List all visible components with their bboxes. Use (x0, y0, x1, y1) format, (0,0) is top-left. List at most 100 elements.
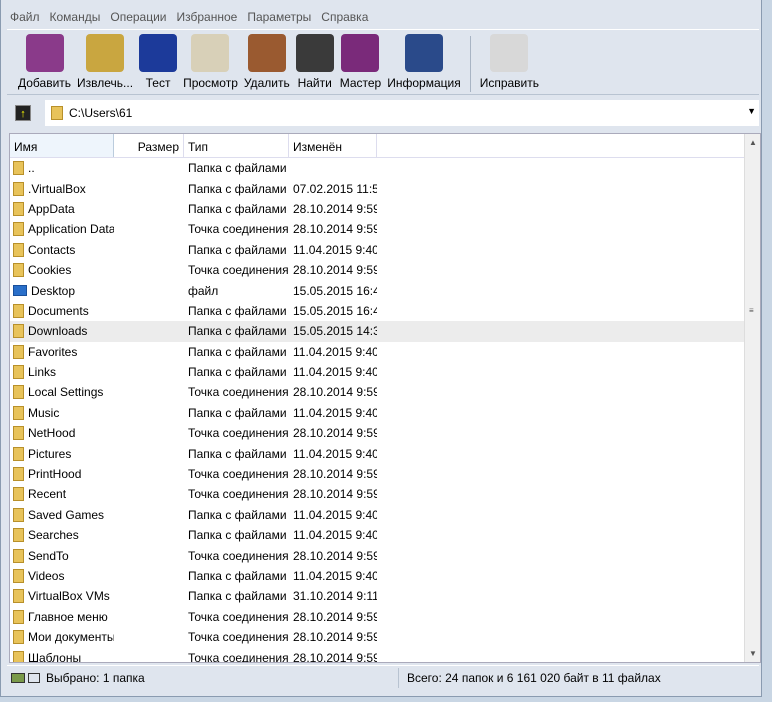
table-row[interactable]: .VirtualBox Папка с файлами 07.02.2015 11:… (10, 178, 760, 198)
menu-item[interactable]: Параметры (242, 8, 316, 28)
folder-icon (13, 161, 24, 176)
folder-icon (13, 222, 24, 237)
toolbar-button[interactable]: Мастер (337, 30, 385, 94)
cell-modified: 28.10.2014 9:59 (293, 263, 377, 278)
key-icon[interactable] (28, 672, 40, 683)
cell-type: Точка соединения (188, 630, 289, 645)
cell-name: Главное меню (28, 609, 108, 624)
column-size[interactable]: Размер (114, 134, 184, 157)
drive-icon[interactable] (11, 672, 25, 683)
folder-icon (13, 242, 24, 257)
cell-name: Cookies (28, 263, 72, 278)
table-row[interactable]: Favorites Папка с файлами 11.04.2015 9:40 (10, 342, 760, 362)
table-row[interactable]: Desktop файл 15.05.2015 16:44 (10, 280, 760, 300)
toolbar-button[interactable]: Тест (136, 30, 180, 94)
table-row[interactable]: Saved Games Папка с файлами 11.04.2015 9:4… (10, 505, 760, 525)
toolbar-button[interactable]: Найти (293, 30, 337, 94)
table-row[interactable]: SendTo Точка соединения 28.10.2014 9:59 (10, 545, 760, 565)
column-type[interactable]: Тип (184, 134, 289, 157)
cell-name: SendTo (28, 548, 69, 563)
menu-item[interactable]: Файл (5, 8, 45, 28)
cell-type: Папка с файлами (188, 507, 287, 522)
table-row[interactable]: NetHood Точка соединения 28.10.2014 9:59 (10, 423, 760, 443)
table-row[interactable]: Cookies Точка соединения 28.10.2014 9:59 (10, 260, 760, 280)
table-row[interactable]: Documents Папка с файлами 15.05.2015 16:44 (10, 301, 760, 321)
table-row[interactable]: Recent Точка соединения 28.10.2014 9:59 (10, 484, 760, 504)
cell-type: Точка соединения (188, 222, 289, 237)
table-row[interactable]: Downloads Папка с файлами 15.05.2015 14:38 (10, 321, 760, 342)
cell-type: Папка с файлами (188, 303, 287, 318)
cell-type: Точка соединения (188, 650, 289, 663)
table-row[interactable]: Contacts Папка с файлами 11.04.2015 9:40 (10, 240, 760, 260)
column-modified[interactable]: Изменён (289, 134, 377, 157)
toolbar-button[interactable]: Извлечь... (74, 30, 136, 94)
toolbar-button[interactable]: Удалить (241, 30, 293, 94)
up-folder-button[interactable]: ↑ (15, 105, 31, 121)
table-row[interactable]: PrintHood Точка соединения 28.10.2014 9:59 (10, 464, 760, 484)
menu-item[interactable]: Операции (105, 8, 171, 28)
cell-modified: 28.10.2014 9:59 (293, 385, 377, 400)
scroll-up-icon[interactable]: ▲ (749, 138, 757, 147)
cell-name: Application Data (28, 222, 114, 237)
cell-name: Contacts (28, 242, 76, 257)
chevron-down-icon[interactable]: ▼ (747, 106, 756, 116)
folder-icon (13, 344, 24, 359)
table-row[interactable]: Мои документы Точка соединения 28.10.2014 … (10, 627, 760, 647)
table-row[interactable]: Links Папка с файлами 11.04.2015 9:40 (10, 362, 760, 382)
cell-name: Local Settings (28, 385, 104, 400)
file-list: Имя Размер Тип Изменён .. Папка с файлами… (9, 133, 761, 663)
vertical-scrollbar[interactable]: ▲ ≡ ▼ (744, 134, 760, 662)
folder-icon (13, 405, 24, 420)
table-row[interactable]: AppData Папка с файлами 28.10.2014 9:59 (10, 199, 760, 219)
cell-name: Searches (28, 528, 79, 543)
folder-icon (13, 507, 24, 522)
toolbar-button-label: Удалить (243, 76, 290, 90)
column-name[interactable]: Имя (10, 134, 114, 157)
cell-name: Favorites (28, 344, 78, 359)
toolbar-button[interactable]: Добавить (15, 30, 74, 94)
cell-modified: 11.04.2015 9:40 (293, 569, 377, 583)
cell-name: Documents (28, 303, 89, 318)
cell-type: Точка соединения (188, 426, 289, 441)
cell-modified: 11.04.2015 9:40 (293, 446, 377, 461)
table-row[interactable]: .. Папка с файлами (10, 158, 760, 178)
menu-bar: Файл Команды Операции Избранное Параметры Спр… (5, 8, 373, 28)
folder-icon (13, 426, 24, 441)
folder-icon (13, 446, 24, 461)
folder-icon (13, 630, 24, 645)
cell-type: Точка соединения (188, 548, 289, 563)
table-row[interactable]: Videos Папка с файлами 11.04.2015 9:40 (10, 566, 760, 586)
menu-item[interactable]: Избранное (172, 8, 243, 28)
table-row[interactable]: Шаблоны Точка соединения 28.10.2014 9:59 (10, 647, 760, 663)
table-row[interactable]: Главное меню Точка соединения 28.10.2014 9… (10, 607, 760, 627)
cell-modified: 15.05.2015 16:44 (293, 303, 377, 318)
table-row[interactable]: Local Settings Точка соединения 28.10.2014… (10, 382, 760, 402)
cell-modified: 07.02.2015 11:51 (293, 181, 377, 196)
menu-item[interactable]: Справка (316, 8, 373, 28)
path-dropdown[interactable]: C:\Users\61 ▼ (45, 100, 759, 126)
toolbar-button-label: Информация (387, 76, 461, 90)
menu-item[interactable]: Команды (45, 8, 106, 28)
toolbar-button[interactable]: Просмотр (180, 30, 241, 94)
table-row[interactable]: Pictures Папка с файлами 11.04.2015 9:40 (10, 443, 760, 463)
folder-icon (13, 569, 24, 583)
cell-modified: 28.10.2014 9:59 (293, 650, 377, 663)
cell-type: Точка соединения (188, 467, 289, 482)
toolbar-button-label: Извлечь... (77, 76, 134, 90)
table-row[interactable]: Searches Папка с файлами 11.04.2015 9:40 (10, 525, 760, 545)
toolbar-button[interactable]: Исправить (477, 30, 542, 94)
cell-modified: 11.04.2015 9:40 (293, 365, 377, 380)
cell-name: Desktop (31, 283, 76, 298)
table-row[interactable]: Music Папка с файлами 11.04.2015 9:40 (10, 403, 760, 423)
cell-name: Pictures (28, 446, 72, 461)
cell-name: PrintHood (28, 467, 82, 482)
scroll-thumb-grip-icon[interactable]: ≡ (749, 306, 754, 315)
toolbar-button[interactable]: Информация (384, 30, 463, 94)
scroll-down-icon[interactable]: ▼ (749, 649, 757, 658)
table-row[interactable]: VirtualBox VMs Папка с файлами 31.10.2014 … (10, 586, 760, 606)
user-folder-icon (51, 106, 63, 120)
cell-modified: 28.10.2014 9:59 (293, 548, 377, 563)
cell-name: NetHood (28, 426, 76, 441)
toolbar-button-label: Исправить (479, 76, 539, 90)
table-row[interactable]: Application Data Точка соединения 28.10.20… (10, 219, 760, 239)
